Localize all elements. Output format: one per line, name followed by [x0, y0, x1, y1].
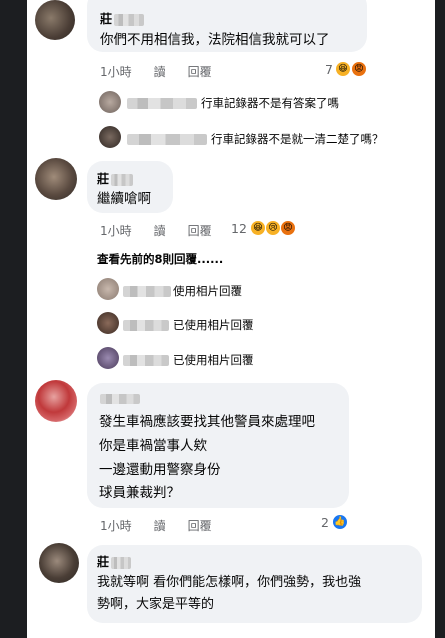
angry-icon: 😡: [351, 61, 367, 77]
commenter-name[interactable]: 莊: [97, 553, 132, 570]
commenter-name[interactable]: [100, 391, 140, 405]
reply-item[interactable]: 已使用相片回覆: [123, 317, 254, 333]
like-icon: 👍: [332, 514, 348, 530]
comment-time[interactable]: 1小時: [100, 65, 132, 79]
reply-text: 已使用相片回覆: [173, 353, 254, 367]
angry-icon: 😡: [280, 220, 296, 236]
reply-text: 行車記錄器不是就一清二楚了嗎？: [211, 132, 384, 146]
reaction-count[interactable]: 7: [325, 62, 333, 77]
reply-item[interactable]: 使用相片回覆: [123, 283, 242, 299]
avatar[interactable]: [35, 380, 77, 422]
avatar[interactable]: [39, 543, 79, 583]
comment-text-line: 發生車禍應該要找其他警員來處理吧: [99, 414, 315, 430]
commenter-name[interactable]: 莊: [97, 170, 134, 187]
comment-actions: 1小時 讀 回覆: [100, 222, 234, 239]
comment-time[interactable]: 1小時: [100, 519, 132, 533]
reply-avatar[interactable]: [97, 312, 119, 334]
comment-text: 繼續嗆啊: [97, 191, 151, 207]
comment-text-line: 勢啊，大家是平等的: [97, 597, 215, 612]
comment-text-line: 一邊還動用警察身份: [99, 462, 221, 478]
reply-link[interactable]: 回覆: [188, 65, 212, 79]
comment-text: 你們不用相信我，法院相信我就可以了: [100, 32, 330, 48]
reply-text: 行車記錄器不是有答案了嗎: [201, 96, 339, 110]
reply-text: 使用相片回覆: [173, 284, 242, 298]
view-previous-replies[interactable]: 查看先前的8則回覆......: [97, 251, 223, 267]
commenter-name-prefix: 莊: [100, 12, 113, 26]
sad-icon: 😢: [265, 220, 281, 236]
reply-item[interactable]: 行車記錄器不是就一清二楚了嗎？: [127, 131, 384, 147]
read-link[interactable]: 讀: [154, 224, 166, 238]
reply-avatar[interactable]: [99, 126, 121, 148]
reply-link[interactable]: 回覆: [188, 519, 212, 533]
reply-text: 已使用相片回覆: [173, 318, 254, 332]
reply-item[interactable]: 行車記錄器不是有答案了嗎: [127, 95, 339, 111]
reply-avatar[interactable]: [97, 278, 119, 300]
haha-icon: 😆: [335, 61, 351, 77]
comment-text-line: 你是車禍當事人欸: [99, 438, 207, 454]
commenter-name[interactable]: 莊: [100, 10, 145, 27]
comment-text-line: 球員兼裁判？: [99, 485, 180, 501]
read-link[interactable]: 讀: [154, 65, 166, 79]
reaction-count[interactable]: 12: [231, 221, 247, 236]
comment-actions: 1小時 讀 回覆: [100, 63, 234, 80]
haha-icon: 😆: [250, 220, 266, 236]
reply-item[interactable]: 已使用相片回覆: [123, 352, 254, 368]
reply-avatar[interactable]: [99, 91, 121, 113]
comments-panel: 莊 你們不用相信我，法院相信我就可以了 1小時讀回覆 7 😆 😡 行車記錄器不是…: [27, 0, 435, 638]
reply-avatar[interactable]: [97, 347, 119, 369]
commenter-name-prefix: 莊: [97, 555, 110, 569]
avatar[interactable]: [35, 0, 75, 40]
read-link[interactable]: 讀: [154, 519, 166, 533]
reaction-count[interactable]: 2: [321, 515, 329, 530]
comment-text-line: 我就等啊 看你們能怎樣啊，你們強勢，我也強: [97, 575, 362, 590]
comment-actions: 1小時 讀 回覆: [100, 517, 234, 534]
avatar[interactable]: [35, 158, 77, 200]
comment-time[interactable]: 1小時: [100, 224, 132, 238]
commenter-name-prefix: 莊: [97, 172, 110, 186]
reply-link[interactable]: 回覆: [188, 224, 212, 238]
